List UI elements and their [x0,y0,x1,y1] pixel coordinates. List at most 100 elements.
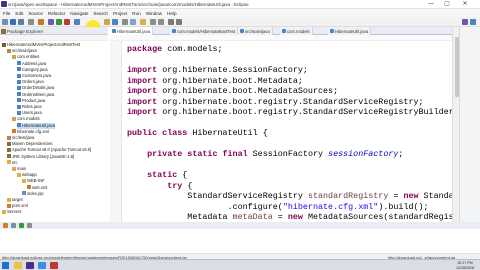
folder-icon [17,172,21,177]
tree-item[interactable]: Users.java [17,110,42,116]
tree-item[interactable]: Product.java [17,98,45,104]
tree-item-label: com.entities [17,54,40,60]
editor-tab[interactable]: src/main/java [238,27,273,35]
open-task-icon[interactable] [140,19,146,25]
menu-help[interactable]: Help [167,11,176,16]
tree-item[interactable]: web.xml [27,185,47,191]
editor-vertical-scrollbar[interactable] [452,27,459,222]
java-file-icon [17,73,21,78]
tree-item[interactable]: Maven Dependencies [7,141,53,147]
menu-window[interactable]: Window [146,11,162,16]
new-package-icon[interactable] [104,19,110,25]
code-line[interactable]: package com.models; [127,43,223,55]
tree-item[interactable]: Orders.java [17,79,44,85]
tree-item[interactable]: OrderedItem.java [17,92,54,98]
java-perspective-icon[interactable] [470,19,476,25]
new-icon[interactable] [2,19,8,25]
open-type-icon[interactable] [122,19,128,25]
editor-tab[interactable]: HibernateUtil.java [110,27,154,35]
package-explorer-title[interactable]: Package Explorer [7,29,43,34]
menu-navigate[interactable]: Navigate [70,11,88,16]
code-line[interactable]: private static final SessionFactory sess… [127,148,403,160]
back-icon[interactable] [168,19,174,25]
tree-item[interactable]: Servers [2,209,21,215]
tree-item[interactable]: com.models [12,116,40,122]
run-icon[interactable] [56,19,62,25]
tree-item-label: webapp [22,172,37,178]
annotation-next-icon[interactable] [150,19,156,25]
tree-item[interactable]: src/main/java [7,48,37,54]
menu-search[interactable]: Search [93,11,108,16]
tree-item[interactable]: hibernate.cfg.xml [12,129,49,135]
annotation-prev-icon[interactable] [158,19,164,25]
save-icon[interactable] [10,19,16,25]
build-icon[interactable] [38,19,44,25]
eclipse-app-icon [1,1,7,7]
editor-tab[interactable]: com.models [280,27,313,35]
tree-item[interactable]: HibernateUtil.java [17,122,56,129]
code-token: org.hibernate.boot.registry.StandardServ… [162,96,424,107]
new-class-icon[interactable] [112,19,118,25]
close-button[interactable]: ✕ [458,0,472,9]
java-ee-perspective-icon[interactable] [462,19,468,25]
tree-item[interactable]: HibernateAndMVenProjectAndRestTest [2,42,80,48]
tree-item[interactable]: index.jsp [22,191,44,197]
browser-icon[interactable] [38,262,46,269]
code-line[interactable]: Metadata metaData = new MetadataSources(… [127,211,452,222]
tree-item[interactable]: pom.xml [7,203,28,209]
tree-item[interactable]: com.entities [12,54,39,60]
folder-icon [2,209,6,214]
java-file-icon [17,104,21,109]
menu-refactor[interactable]: Refactor [48,11,65,16]
forward-icon[interactable] [176,19,182,25]
external-tools-icon[interactable] [64,19,70,25]
code-line[interactable]: public class HibernateUtil { [127,127,268,139]
minimize-button[interactable]: — [424,0,438,9]
code-token: .configure( [127,201,283,212]
code-editor[interactable]: package com.models; import org.hibernate.… [110,41,452,222]
tree-item[interactable]: WEB-INF [22,178,45,184]
tree-item[interactable]: Customers.java [17,73,51,79]
tree-item[interactable]: src [7,160,18,166]
file-explorer-icon[interactable] [14,262,22,269]
code-token: StandardServic [423,191,452,201]
menu-project[interactable]: Project [113,11,127,16]
tree-item[interactable]: src/test/java [7,135,34,141]
save-all-icon[interactable] [18,19,24,25]
library-icon [7,147,11,152]
properties-icon[interactable] [11,223,16,228]
app-icon[interactable] [50,262,58,269]
editor-tab[interactable]: com.models/HibernateBootTest [170,27,239,35]
tree-item[interactable]: target [7,197,23,203]
code-token: MetadataSources(standardRegistry).ge [307,212,452,222]
menu-source[interactable]: Source [28,11,43,16]
tree-item[interactable]: Category.java [17,67,48,73]
tree-item[interactable]: JRE System Library [JavaSE-1.8] [7,154,74,160]
console-icon[interactable] [27,223,32,228]
tree-item[interactable]: webapp [17,172,37,178]
code-line[interactable]: import org.hibernate.boot.registry.Stand… [127,106,452,118]
eclipse-taskbar-icon[interactable] [26,262,34,269]
tree-item[interactable]: main [12,166,26,172]
menu-edit[interactable]: Edit [15,11,23,16]
scrollbar-thumb[interactable] [454,37,459,97]
editor-tab[interactable]: HibernateUtil.java [328,27,372,35]
servers-icon[interactable] [19,223,24,228]
tree-item[interactable]: Apache Tomcat v8.0 [Apache Tomcat v8.0] [7,147,91,153]
code-token: { [182,170,188,180]
print-icon[interactable] [28,19,34,25]
new-java-project-icon[interactable] [74,19,80,25]
code-token: public class [127,128,193,138]
menu-file[interactable]: File [3,11,10,16]
code-token: import [127,65,163,75]
menu-run[interactable]: Run [132,11,140,16]
tree-item[interactable]: Roles.java [17,104,42,110]
tree-item[interactable]: OrderDetails.java [17,85,54,91]
search-icon[interactable] [130,19,136,25]
markers-icon[interactable] [3,223,8,228]
code-token: sessionFactory [328,149,399,159]
tree-item[interactable]: Address.java [17,61,46,67]
maximize-button[interactable]: ▢ [440,0,454,9]
windows-start-icon[interactable] [2,262,9,269]
debug-icon[interactable] [48,19,54,25]
